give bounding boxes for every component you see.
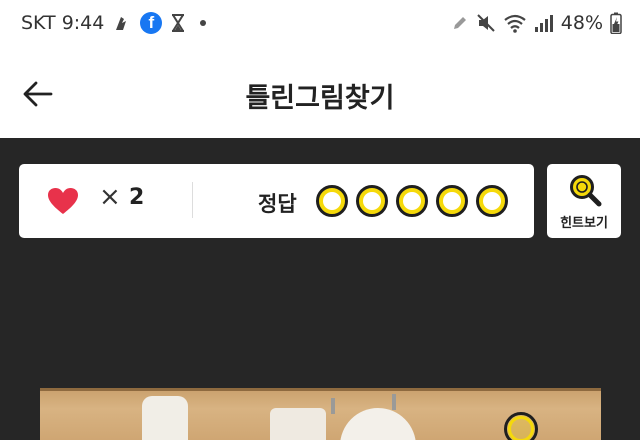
hanging-towel bbox=[142, 396, 188, 440]
hourglass-icon bbox=[172, 14, 185, 32]
status-left: SKT 9:44 f bbox=[21, 12, 207, 34]
answer-circle-2 bbox=[356, 185, 388, 217]
lives-count: 2 bbox=[129, 185, 145, 210]
puzzle-image[interactable] bbox=[40, 388, 601, 440]
more-notifications-dot-icon bbox=[200, 20, 207, 26]
battery-level: 48% bbox=[560, 12, 603, 34]
status-bar: SKT 9:44 f 48% bbox=[0, 0, 640, 50]
status-right: 48% bbox=[451, 12, 622, 34]
hint-button[interactable]: 힌트보기 bbox=[547, 164, 621, 238]
times-symbol: × bbox=[99, 182, 121, 212]
wifi-icon bbox=[504, 14, 526, 33]
wall-plank bbox=[40, 388, 601, 391]
hanging-cloth bbox=[270, 408, 326, 440]
answer-circle-3 bbox=[396, 185, 428, 217]
divider bbox=[192, 182, 193, 218]
app-header: 틀린그림찾기 bbox=[0, 50, 640, 138]
battery-charging-icon bbox=[610, 12, 622, 34]
score-card: × 2 정답 bbox=[19, 164, 534, 238]
heart-icon bbox=[48, 188, 78, 214]
signal-icon bbox=[534, 15, 553, 32]
status-carrier-time: SKT 9:44 bbox=[21, 12, 105, 34]
found-difference-marker bbox=[504, 412, 538, 440]
pen-icon bbox=[453, 17, 466, 29]
answer-label: 정답 bbox=[258, 192, 297, 216]
hanging-hat bbox=[340, 408, 416, 440]
answer-circle-1 bbox=[316, 185, 348, 217]
facebook-notification-icon: f bbox=[140, 12, 163, 34]
answer-circle-4 bbox=[436, 185, 468, 217]
wall-hook bbox=[392, 394, 396, 410]
answer-indicators bbox=[316, 185, 508, 217]
magnifier-icon bbox=[570, 175, 602, 207]
hint-button-label: 힌트보기 bbox=[560, 216, 608, 231]
answer-circle-5 bbox=[476, 185, 508, 217]
app-notification-icon bbox=[116, 17, 127, 30]
wall-hook bbox=[331, 398, 335, 414]
mute-icon bbox=[477, 14, 495, 32]
page-title: 틀린그림찾기 bbox=[245, 83, 395, 114]
